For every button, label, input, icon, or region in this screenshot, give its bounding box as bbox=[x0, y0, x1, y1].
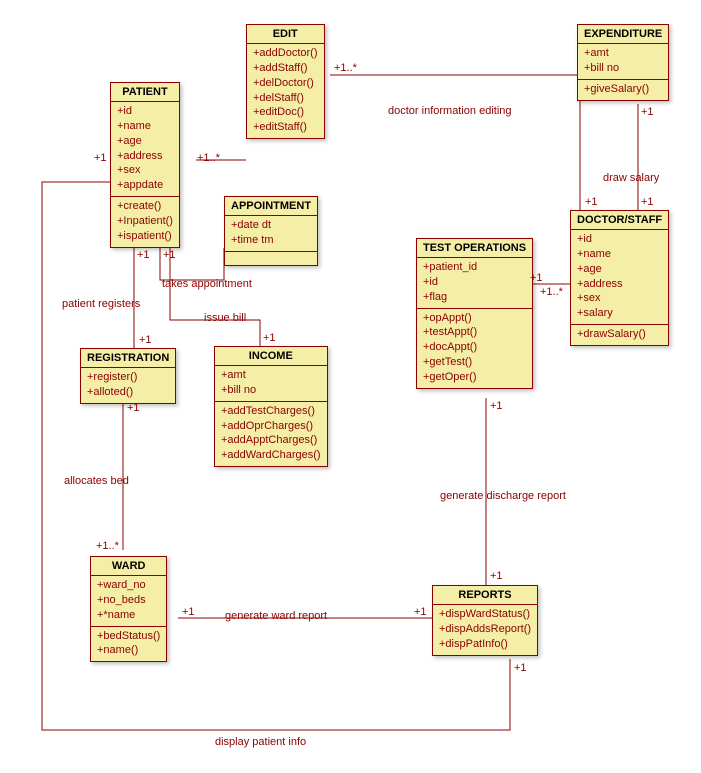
mult: +1 bbox=[514, 662, 527, 674]
assoc-takes-appointment: takes appointment bbox=[162, 278, 252, 290]
mult: +1 bbox=[490, 570, 503, 582]
class-title: REPORTS bbox=[433, 586, 537, 605]
assoc-doc-info-editing: doctor information editing bbox=[388, 105, 512, 117]
op: +delStaff() bbox=[253, 91, 318, 106]
assoc-draw-salary: draw salary bbox=[603, 172, 659, 184]
class-title: EDIT bbox=[247, 25, 324, 44]
mult: +1 bbox=[490, 400, 503, 412]
mult: +1..* bbox=[334, 62, 357, 74]
mult: +1 bbox=[182, 606, 195, 618]
attr: +*name bbox=[97, 608, 160, 623]
op: +editDoc() bbox=[253, 105, 318, 120]
class-edit: EDIT +addDoctor() +addStaff() +delDoctor… bbox=[246, 24, 325, 139]
class-title: PATIENT bbox=[111, 83, 179, 102]
assoc-allocates-bed: allocates bed bbox=[64, 475, 129, 487]
class-ward: WARD +ward_no +no_beds +*name +bedStatus… bbox=[90, 556, 167, 662]
op: +drawSalary() bbox=[577, 327, 662, 342]
attr: +address bbox=[117, 149, 173, 164]
op: +getOper() bbox=[423, 370, 526, 385]
op: +addStaff() bbox=[253, 61, 318, 76]
op: +create() bbox=[117, 199, 173, 214]
class-patient: PATIENT +id +name +age +address +sex +ap… bbox=[110, 82, 180, 248]
mult: +1 bbox=[585, 196, 598, 208]
attr: +name bbox=[117, 119, 173, 134]
op: +addApptCharges() bbox=[221, 433, 321, 448]
class-title: DOCTOR/STAFF bbox=[571, 211, 668, 230]
op: +dispWardStatus() bbox=[439, 607, 531, 622]
op: +name() bbox=[97, 643, 160, 658]
mult: +1..* bbox=[96, 540, 119, 552]
mult: +1..* bbox=[540, 286, 563, 298]
class-income: INCOME +amt +bill no +addTestCharges() +… bbox=[214, 346, 328, 467]
mult: +1 bbox=[139, 334, 152, 346]
op: +dispAddsReport() bbox=[439, 622, 531, 637]
op: +testAppt() bbox=[423, 325, 526, 340]
attr: +sex bbox=[117, 163, 173, 178]
mult: +1 bbox=[641, 196, 654, 208]
assoc-generate-discharge: generate discharge report bbox=[440, 490, 566, 502]
attr: +ward_no bbox=[97, 578, 160, 593]
class-title: APPOINTMENT bbox=[225, 197, 317, 216]
class-title: TEST OPERATIONS bbox=[417, 239, 532, 258]
op: +addDoctor() bbox=[253, 46, 318, 61]
class-registration: REGISTRATION +register() +alloted() bbox=[80, 348, 176, 404]
attr: +amt bbox=[584, 46, 662, 61]
class-title: INCOME bbox=[215, 347, 327, 366]
assoc-display-patient-info: display patient info bbox=[215, 736, 306, 748]
mult: +1 bbox=[530, 272, 543, 284]
mult: +1 bbox=[94, 152, 107, 164]
assoc-patient-registers: patient registers bbox=[62, 298, 140, 310]
class-testops: TEST OPERATIONS +patient_id +id +flag +o… bbox=[416, 238, 533, 389]
attr: +age bbox=[577, 262, 662, 277]
op: +opAppt() bbox=[423, 311, 526, 326]
class-appointment: APPOINTMENT +date dt +time tm bbox=[224, 196, 318, 266]
attr: +no_beds bbox=[97, 593, 160, 608]
mult: +1 bbox=[641, 106, 654, 118]
attr: +name bbox=[577, 247, 662, 262]
op: +getTest() bbox=[423, 355, 526, 370]
attr: +flag bbox=[423, 290, 526, 305]
attr: +patient_id bbox=[423, 260, 526, 275]
attr: +id bbox=[577, 232, 662, 247]
op: +Inpatient() bbox=[117, 214, 173, 229]
class-title: REGISTRATION bbox=[81, 349, 175, 368]
assoc-generate-ward-report: generate ward report bbox=[225, 610, 327, 622]
op: +dispPatInfo() bbox=[439, 637, 531, 652]
attr: +salary bbox=[577, 306, 662, 321]
op: +editStaff() bbox=[253, 120, 318, 135]
attr: +id bbox=[423, 275, 526, 290]
attr: +appdate bbox=[117, 178, 173, 193]
mult: +1..* bbox=[197, 152, 220, 164]
attr: +sex bbox=[577, 291, 662, 306]
op: +delDoctor() bbox=[253, 76, 318, 91]
mult: +1 bbox=[127, 402, 140, 414]
op: +bedStatus() bbox=[97, 629, 160, 644]
class-title: WARD bbox=[91, 557, 166, 576]
class-title: EXPENDITURE bbox=[578, 25, 668, 44]
class-expenditure: EXPENDITURE +amt +bill no +giveSalary() bbox=[577, 24, 669, 101]
mult: +1 bbox=[414, 606, 427, 618]
op: +ispatient() bbox=[117, 229, 173, 244]
op: +register() bbox=[87, 370, 169, 385]
attr: +address bbox=[577, 277, 662, 292]
mult: +1 bbox=[163, 249, 176, 261]
attr: +date dt bbox=[231, 218, 311, 233]
mult: +1 bbox=[137, 249, 150, 261]
attr: +age bbox=[117, 134, 173, 149]
class-doctorstaff: DOCTOR/STAFF +id +name +age +address +se… bbox=[570, 210, 669, 346]
mult: +1 bbox=[263, 332, 276, 344]
op: +giveSalary() bbox=[584, 82, 662, 97]
op: +docAppt() bbox=[423, 340, 526, 355]
assoc-issue-bill: issue bill bbox=[204, 312, 246, 324]
attr: +amt bbox=[221, 368, 321, 383]
attr: +time tm bbox=[231, 233, 311, 248]
op: +alloted() bbox=[87, 385, 169, 400]
attr: +bill no bbox=[584, 61, 662, 76]
op: +addOprCharges() bbox=[221, 419, 321, 434]
op: +addTestCharges() bbox=[221, 404, 321, 419]
attr: +id bbox=[117, 104, 173, 119]
op: +addWardCharges() bbox=[221, 448, 321, 463]
attr: +bill no bbox=[221, 383, 321, 398]
class-reports: REPORTS +dispWardStatus() +dispAddsRepor… bbox=[432, 585, 538, 656]
